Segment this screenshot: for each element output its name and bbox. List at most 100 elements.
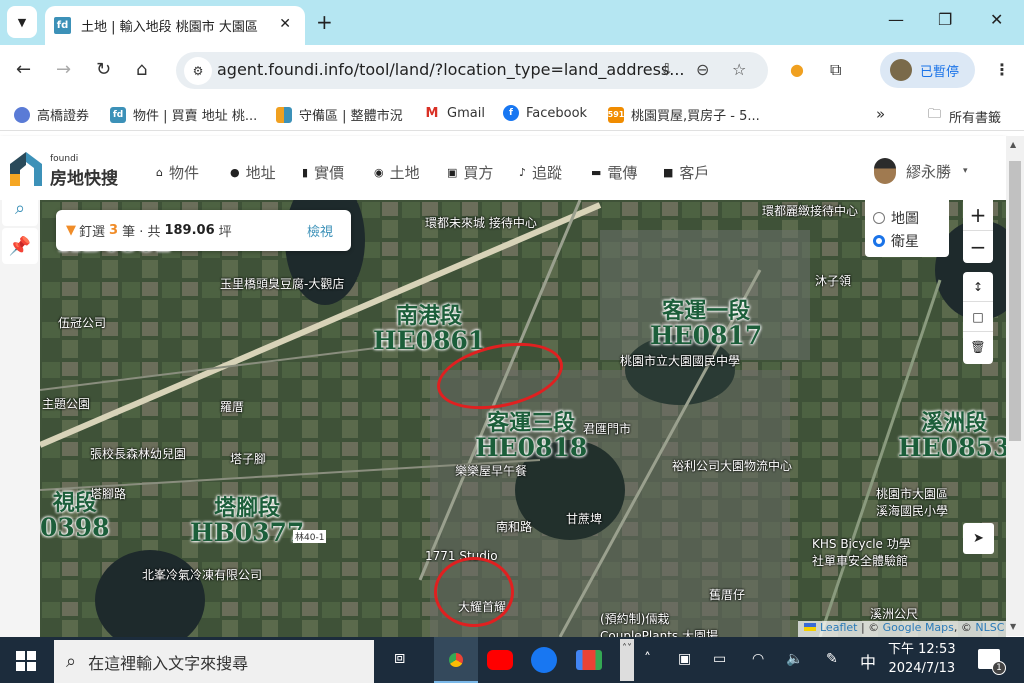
pin-button[interactable]: 📌 [2, 228, 38, 264]
land-section-label[interactable]: 南港段 HE0861 [373, 304, 485, 354]
nav-item-tracking[interactable]: ♪ 追蹤 [519, 162, 562, 183]
reload-button[interactable]: ↻ [96, 59, 111, 80]
tab-search-button[interactable]: ▼ [7, 6, 37, 38]
address-bar[interactable]: ⚙ agent.foundi.info/tool/land/?location_… [176, 52, 768, 89]
map-place-label[interactable]: KHS Bicycle 功學 社單車安全體驗館 [812, 535, 922, 569]
map-place-label[interactable]: 環都未來城 接待中心 [425, 214, 537, 231]
user-menu[interactable]: 繆永勝 ▾ [874, 158, 968, 184]
scroll-up-icon[interactable]: ▲ [1010, 140, 1016, 149]
bookmarks-overflow-button[interactable]: » [876, 105, 885, 123]
map-place-label[interactable]: 君匯門市 [583, 420, 631, 437]
map-place-label[interactable]: 南和路 [496, 518, 532, 535]
map-place-label[interactable]: 主題公園 [42, 395, 90, 412]
close-window-button[interactable]: ✕ [990, 10, 1003, 29]
profile-button[interactable]: 已暫停 [880, 52, 975, 88]
map-place-label[interactable]: 玉里橋頭臭豆腐-大觀店 [220, 275, 344, 292]
map-place-label[interactable]: 桃園市大園區 溪海國民小學 [876, 485, 956, 519]
menu-kebab-icon[interactable]: ⋮ [994, 60, 1010, 79]
draw-rectangle-button[interactable]: □ [963, 302, 993, 332]
url-text[interactable]: agent.foundi.info/tool/land/?location_ty… [217, 60, 685, 79]
minimize-button[interactable]: — [888, 10, 904, 29]
nav-item-listings[interactable]: ⌂ 物件 [156, 162, 199, 183]
map-place-label[interactable]: 塔子腳 [230, 450, 266, 467]
land-section-label[interactable]: 客運三段 HE0818 [475, 411, 587, 461]
taskbar-scroll-arrows[interactable]: ˄˅ [620, 639, 634, 681]
nav-item-fax[interactable]: ▬ 電傳 [591, 162, 637, 183]
land-section-label[interactable]: 客運一段 HE0817 [650, 299, 762, 349]
nav-item-clients[interactable]: ■ 客戶 [663, 162, 709, 183]
battery-icon[interactable]: ▭ [713, 651, 726, 667]
back-button[interactable]: ← [16, 59, 31, 80]
layer-option-satellite[interactable]: 衛星 [873, 229, 941, 252]
system-clock[interactable]: 下午 12:53 2024/7/13 [888, 640, 956, 678]
scroll-down-icon[interactable]: ▼ [1010, 622, 1016, 631]
facebook-icon[interactable] [531, 647, 557, 673]
bookmark-item[interactable]: 高橋證券 [14, 105, 89, 124]
zoom-icon[interactable]: ⊖ [696, 60, 709, 79]
zoom-in-button[interactable]: + [963, 200, 993, 231]
satellite-map[interactable]: HB0382 南港段HE0861 客運一段HE0817 客運三段HE0818 溪… [40, 200, 1006, 637]
taskbar-search[interactable]: ⌕ 在這裡輸入文字來搜尋 [54, 640, 374, 683]
radio-satellite[interactable] [873, 234, 885, 247]
close-tab-icon[interactable]: ✕ [279, 16, 291, 32]
gmail-icon[interactable] [576, 650, 602, 670]
locate-me-button[interactable]: ➤ [963, 523, 994, 554]
map-place-label[interactable]: 環都麗緻接待中心 [762, 202, 858, 219]
map-place-label[interactable]: 桃園市立大園國民中學 [620, 352, 740, 369]
map-place-label[interactable]: 舊厝仔 [709, 586, 745, 603]
map-place-label[interactable]: 溪洲公尺 [870, 605, 918, 622]
start-button[interactable] [16, 651, 36, 671]
measure-line-button[interactable]: ↕ [963, 272, 993, 302]
bookmark-item[interactable]: M Gmail [424, 105, 485, 121]
nlsc-link[interactable]: NLSC [975, 621, 1004, 634]
volume-icon[interactable]: 🔈 [786, 651, 803, 667]
page-scrollbar[interactable]: ▲ ▼ [1006, 136, 1024, 636]
show-hidden-icons[interactable]: ˄ [644, 651, 651, 667]
map-place-label[interactable]: 伍冠公司 [58, 314, 106, 331]
leaflet-link[interactable]: Leaflet [820, 621, 857, 634]
restore-button[interactable]: ❐ [938, 10, 952, 29]
ime-indicator[interactable]: 中 [860, 649, 876, 673]
nav-item-actual-price[interactable]: ▮ 實價 [302, 162, 344, 183]
google-maps-link[interactable]: Google Maps [883, 621, 954, 634]
land-section-label[interactable]: 溪洲段 HE0853 [898, 411, 1006, 461]
extension-location-icon[interactable]: ● [790, 60, 804, 79]
map-place-label[interactable]: 羅厝 [220, 398, 244, 415]
layer-option-map[interactable]: 地圖 [873, 206, 941, 229]
map-place-label[interactable]: 樂樂屋早午餐 [455, 462, 527, 479]
bookmark-item[interactable]: fd 物件 | 買賣 地址 桃... [110, 105, 257, 124]
bookmark-item[interactable]: 591 桃園買屋,買房子 - 5... [608, 105, 760, 124]
delete-shapes-button[interactable]: 🗑 [963, 332, 993, 362]
all-bookmarks-folder[interactable]: 🗀 所有書籤 [928, 105, 1001, 127]
map-place-label[interactable]: 北峯冷氣冷凍有限公司 [142, 566, 262, 583]
new-tab-button[interactable]: + [316, 10, 333, 34]
nav-item-buyers[interactable]: ▣ 買方 [447, 162, 493, 183]
forward-button[interactable]: → [56, 59, 71, 80]
bookmark-item[interactable]: f Facebook [503, 105, 587, 121]
home-button[interactable]: ⌂ [136, 59, 147, 80]
extensions-puzzle-icon[interactable]: ⧉ [830, 60, 841, 80]
foundi-logo-icon[interactable] [10, 152, 42, 186]
pen-icon[interactable]: ✎ [826, 651, 838, 667]
bookmark-star-icon[interactable]: ☆ [732, 60, 746, 79]
taskbar-chrome-active[interactable] [434, 637, 478, 683]
view-pinned-button[interactable]: 檢視 [307, 221, 333, 240]
browser-tab-active[interactable]: fd 土地 | 輸入地段 桃園市 大園區 ✕ [45, 6, 305, 45]
map-place-label[interactable]: 塔腳路 [90, 485, 126, 502]
site-info-icon[interactable]: ⚙ [184, 57, 212, 85]
scrollbar-thumb[interactable] [1009, 161, 1021, 441]
notification-center-icon[interactable]: 1 [978, 649, 1006, 675]
zoom-out-button[interactable]: − [963, 231, 993, 262]
land-section-label[interactable]: 塔腳段 HB0377 [190, 496, 304, 546]
map-place-label[interactable]: 沐子領 [815, 272, 851, 289]
nav-item-land[interactable]: ◉ 土地 [374, 162, 420, 183]
meet-now-icon[interactable]: ▣ [678, 651, 691, 667]
nav-item-address[interactable]: ● 地址 [230, 162, 276, 183]
map-place-label[interactable]: 甘蔗埤 [566, 510, 602, 527]
radio-map[interactable] [873, 211, 885, 224]
brand-name[interactable]: 房地快搜 [50, 164, 118, 189]
map-place-label[interactable]: (預約制)倆栽 CouplePlants 大園場 [600, 610, 730, 637]
search-button[interactable]: ⌕ [2, 190, 38, 226]
map-place-label[interactable]: 張校長森林幼兒園 [90, 445, 186, 462]
install-app-icon[interactable]: ⇩ [660, 60, 673, 79]
